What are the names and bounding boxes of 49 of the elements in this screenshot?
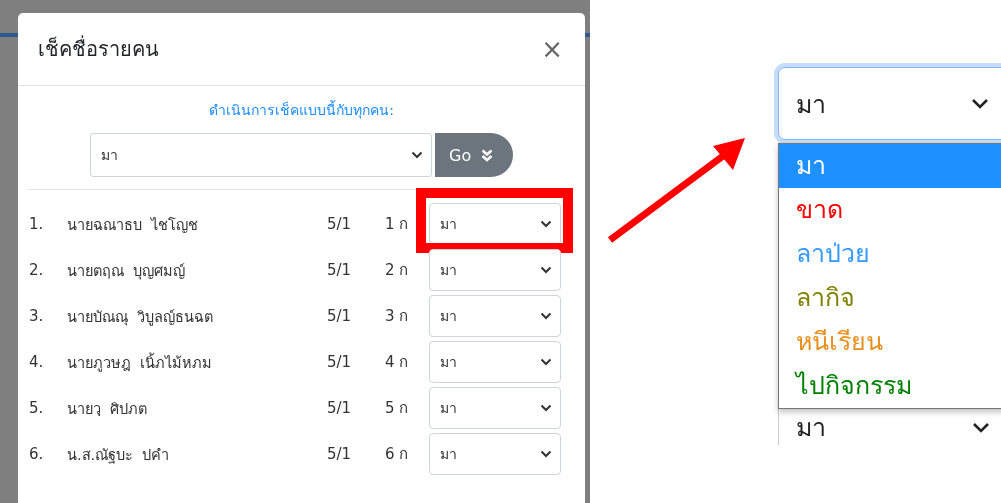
row-number: 2. [29,261,45,279]
seat-number: 1 ก [385,214,410,235]
row-number: 1. [29,215,45,233]
select-value: มา [796,412,826,444]
class-label: 5/1 [327,445,353,463]
seat-number: 6 ก [385,444,410,465]
chevron-down-icon [540,266,552,274]
row-number: 4. [29,353,45,371]
row-number: 3. [29,307,45,325]
seat-number: 3 ก [385,306,410,327]
seat-number: 2 ก [385,260,410,281]
seat-number: 4 ก [385,352,410,373]
class-label: 5/1 [327,261,353,279]
bulk-status-select[interactable]: มา [90,133,432,177]
chevron-down-icon [540,450,552,458]
student-name: นายฉณาธบ ไชโญช [67,215,200,235]
chevron-down-icon [540,404,552,412]
seat-number: 5 ก [385,398,410,419]
chevron-down-icon [540,312,552,320]
student-name: นายภูวษฎ เนิ้ภไม้หภม [67,351,214,374]
dropdown-option[interactable]: ลากิจ [779,276,1001,320]
row-number: 5. [29,399,45,417]
double-chevron-down-icon [481,148,494,162]
student-name: น.ส.ณัฐบะ ปคำ [67,445,171,466]
chevron-down-icon [540,220,552,228]
go-button[interactable]: Go [435,133,513,177]
class-label: 5/1 [327,215,353,233]
close-button[interactable]: × [539,34,565,64]
chevron-down-icon [540,358,552,366]
chevron-down-icon [411,151,423,159]
class-label: 5/1 [327,307,353,325]
status-select[interactable]: มา [429,433,561,475]
student-name: นายวฺ ศิปภต [67,399,149,419]
status-select[interactable]: มา [429,249,561,291]
row-number: 6. [29,445,45,463]
chevron-down-icon [971,98,989,109]
chevron-down-icon [972,421,990,433]
class-label: 5/1 [327,353,353,371]
dropdown-option[interactable]: ขาด [779,188,1001,232]
dialog-title: เช็คชื่อรายคน [38,34,159,63]
bulk-action-label: ดำเนินการเช็คแบบนี้กับทุกคน: [209,99,394,121]
select-value: มา [796,88,826,121]
status-select[interactable]: มา [429,295,561,337]
student-name: นายบัณณุ วิบูลญ์ธนฉต [67,307,215,328]
status-select[interactable]: มา [429,341,561,383]
student-name: นายตฤณ บุญศมญ์ [67,261,187,282]
status-select[interactable]: มา [429,203,561,245]
class-label: 5/1 [327,399,353,417]
status-select[interactable]: มา [429,387,561,429]
